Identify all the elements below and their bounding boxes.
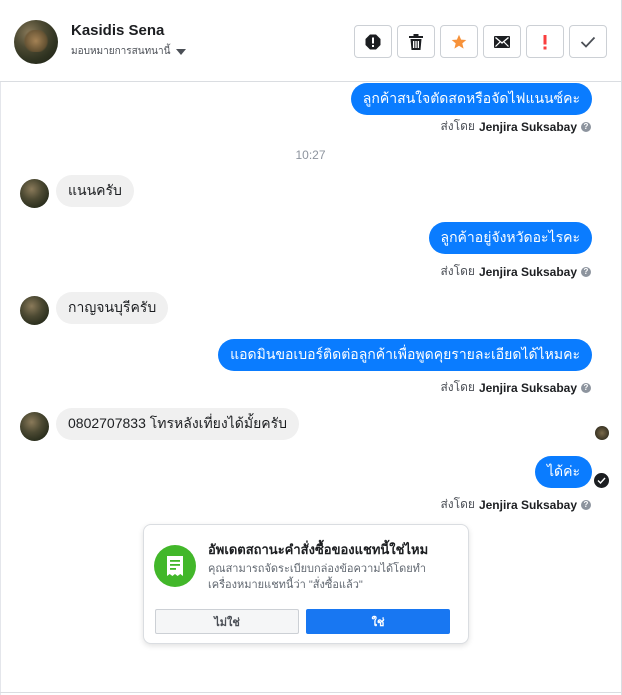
trash-icon xyxy=(409,33,423,50)
sender-name: Jenjira Suksabay xyxy=(478,380,577,395)
receipt-icon xyxy=(154,545,196,587)
chevron-down-icon xyxy=(176,48,187,55)
exclamation-icon xyxy=(543,34,547,49)
help-icon[interactable]: ? xyxy=(581,266,591,277)
outgoing-message: ลูกค้าอยู่จังหวัดอะไรคะ xyxy=(428,222,592,254)
customer-avatar[interactable] xyxy=(14,20,58,64)
sender-name: Jenjira Suksabay xyxy=(478,264,577,279)
outgoing-message: ได้ค่ะ xyxy=(534,456,592,488)
customer-avatar-small xyxy=(20,412,49,441)
incoming-message: กาญจนบุรีครับ xyxy=(56,292,169,324)
customer-name[interactable]: Kasidis Sena xyxy=(71,22,164,39)
no-button[interactable]: ไม่ใช่ xyxy=(155,609,299,634)
timestamp: 10:27 xyxy=(295,148,326,162)
sent-by-label: ส่งโดย Jenjira Suksabay ? xyxy=(440,495,591,514)
follow-up-button[interactable] xyxy=(526,25,564,58)
message-thread[interactable]: ลูกค้าสนใจตัดสดหรือจัดไฟแนนซ์คะ ส่งโดย J… xyxy=(0,83,621,695)
conversation-toolbar xyxy=(354,25,607,58)
outgoing-message: แอดมินขอเบอร์ติดต่อลูกค้าเพื่อพูดคุยรายล… xyxy=(218,339,592,371)
delivered-indicator-icon xyxy=(594,473,609,488)
mark-spam-button[interactable] xyxy=(354,25,392,58)
help-icon[interactable]: ? xyxy=(581,382,591,393)
help-icon[interactable]: ? xyxy=(581,121,591,132)
star-icon xyxy=(451,34,467,49)
sent-by-label: ส่งโดย Jenjira Suksabay ? xyxy=(440,262,591,281)
star-button[interactable] xyxy=(440,25,478,58)
assign-label: มอบหมายการสนทนานี้ xyxy=(71,46,171,57)
yes-button[interactable]: ใช่ xyxy=(306,609,450,634)
delete-button[interactable] xyxy=(397,25,435,58)
incoming-message: แนนครับ xyxy=(56,175,134,207)
alert-octagon-icon xyxy=(365,34,381,49)
mark-unread-button[interactable] xyxy=(483,25,521,58)
card-title: อัพเดตสถานะคำสั่งซื้อของแชทนี้ใช่ไหม xyxy=(208,542,429,557)
customer-avatar-small xyxy=(20,296,49,325)
sent-by-label: ส่งโดย Jenjira Suksabay ? xyxy=(440,378,591,397)
envelope-icon xyxy=(494,35,510,48)
order-status-card: อัพเดตสถานะคำสั่งซื้อของแชทนี้ใช่ไหม คุณ… xyxy=(143,524,469,644)
card-description: คุณสามารถจัดระเบียบกล่องข้อความได้โดยทำเ… xyxy=(208,563,427,591)
help-icon[interactable]: ? xyxy=(581,499,591,510)
mark-done-button[interactable] xyxy=(569,25,607,58)
outgoing-message: ลูกค้าสนใจตัดสดหรือจัดไฟแนนซ์คะ xyxy=(350,83,592,115)
seen-indicator-avatar xyxy=(595,426,609,440)
assign-conversation-dropdown[interactable]: มอบหมายการสนทนานี้ xyxy=(71,44,187,59)
sender-name: Jenjira Suksabay xyxy=(478,119,577,134)
conversation-header: Kasidis Sena มอบหมายการสนทนานี้ xyxy=(0,0,621,82)
check-icon xyxy=(580,36,596,48)
customer-avatar-small xyxy=(20,179,49,208)
incoming-message: 0802707833 โทรหลังเที่ยงได้มั้ยครับ xyxy=(56,408,300,440)
divider xyxy=(0,692,621,693)
sent-by-label: ส่งโดย Jenjira Suksabay ? xyxy=(440,117,591,136)
sender-name: Jenjira Suksabay xyxy=(478,497,577,512)
